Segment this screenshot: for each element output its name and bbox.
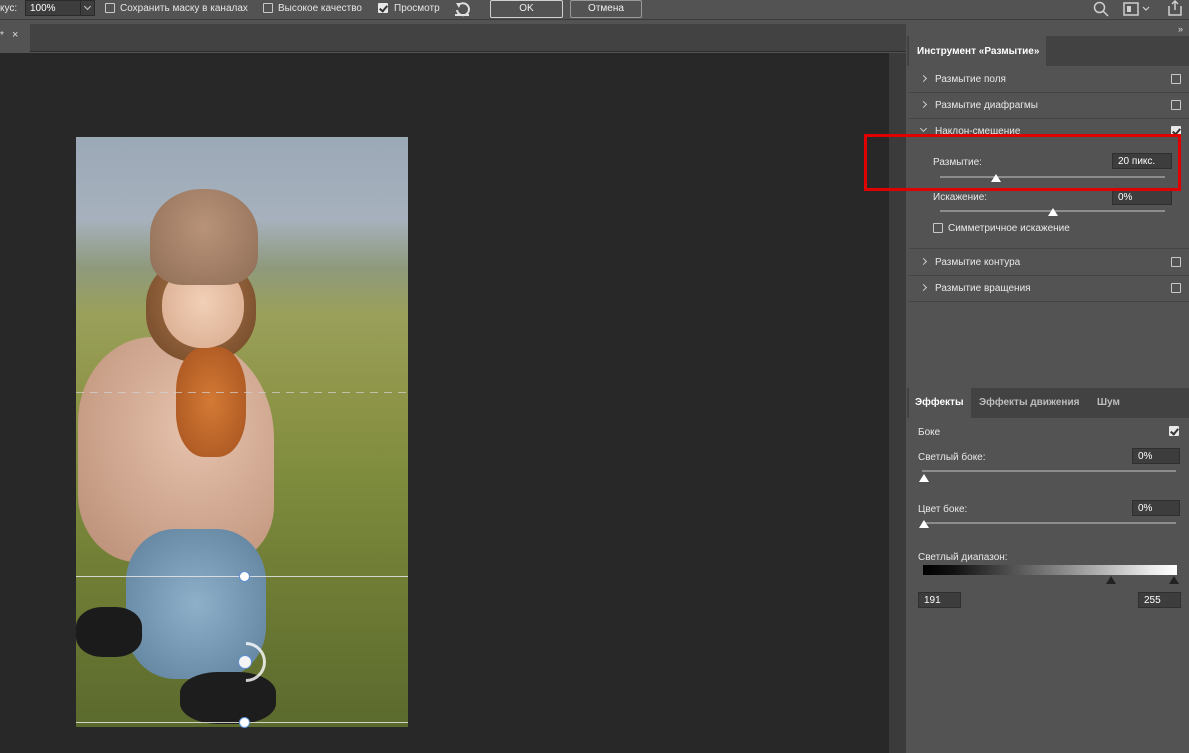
save-mask-label: Сохранить маску в каналах [120, 3, 248, 14]
symmetric-distortion-checkbox[interactable] [933, 223, 943, 233]
chevron-right-icon[interactable] [919, 283, 928, 292]
panel-tabbar: Инструмент «Размытие» [907, 36, 1189, 66]
document-tabs: * × [0, 24, 906, 52]
tab-effects[interactable]: Эффекты [909, 388, 971, 418]
close-icon[interactable]: × [12, 29, 18, 41]
pin-center-handle[interactable] [238, 655, 252, 669]
preview-checkbox[interactable] [378, 3, 388, 13]
focus-label: кус: [0, 3, 18, 14]
tab-motion-effects[interactable]: Эффекты движения [973, 388, 1085, 418]
photo-hat [150, 189, 258, 285]
modified-mark: * [0, 30, 4, 41]
distortion-label: Искажение: [933, 192, 988, 203]
blur-item-label: Размытие диафрагмы [935, 100, 1038, 111]
photo-sleeve [176, 347, 246, 457]
light-range-label: Светлый диапазон: [918, 552, 1008, 563]
chevron-down-icon[interactable] [80, 1, 94, 15]
options-bar: кус: 100% Сохранить маску в каналах Высо… [0, 0, 1189, 20]
bokeh-color-thumb[interactable] [919, 520, 929, 528]
bokeh-checkbox[interactable] [1169, 426, 1179, 436]
tab-blur-tools[interactable]: Инструмент «Размытие» [909, 36, 1046, 66]
share-icon[interactable] [1167, 0, 1183, 16]
light-range-gradient[interactable] [923, 565, 1177, 575]
bokeh-color-input[interactable]: 0% [1132, 500, 1180, 516]
light-range-min-input[interactable]: 191 [918, 592, 961, 608]
blur-item-field[interactable]: Размытие поля [909, 67, 1189, 93]
focus-value: 100% [30, 3, 56, 14]
light-range-max-input[interactable]: 255 [1138, 592, 1181, 608]
path-blur-checkbox[interactable] [1171, 257, 1181, 267]
distortion-input[interactable]: 0% [1112, 189, 1172, 205]
highlight-box [864, 134, 1181, 191]
guide-handle[interactable] [239, 571, 250, 582]
bokeh-color-label: Цвет боке: [918, 504, 968, 515]
effects-tabbar: Эффекты Эффекты движения Шум [907, 388, 1189, 418]
blur-item-label: Размытие поля [935, 74, 1006, 85]
light-bokeh-label: Светлый боке: [918, 452, 986, 463]
fade-guide-top[interactable] [76, 392, 408, 393]
light-bokeh-input[interactable]: 0% [1132, 448, 1180, 464]
blur-item-label: Размытие контура [935, 257, 1021, 268]
iris-blur-checkbox[interactable] [1171, 100, 1181, 110]
preview-label: Просмотр [394, 3, 440, 14]
light-range-max-thumb[interactable] [1169, 576, 1179, 584]
symmetric-distortion-label: Симметричное искажение [948, 223, 1070, 234]
light-range-min-thumb[interactable] [1106, 576, 1116, 584]
bokeh-color-slider[interactable] [922, 522, 1176, 524]
photo-boot [180, 672, 276, 724]
save-mask-checkbox[interactable] [105, 3, 115, 13]
blur-item-label: Размытие вращения [935, 283, 1031, 294]
ok-button[interactable]: OK [490, 0, 563, 18]
undo-icon[interactable] [453, 1, 471, 17]
window-icon[interactable] [1123, 2, 1153, 16]
bokeh-label: Боке [918, 427, 941, 438]
focus-select[interactable]: 100% [25, 0, 95, 16]
blur-item-iris[interactable]: Размытие диафрагмы [909, 93, 1189, 119]
blur-item-path[interactable]: Размытие контура [909, 250, 1189, 276]
high-quality-label: Высокое качество [278, 3, 362, 14]
search-icon[interactable] [1093, 1, 1109, 17]
chevron-right-icon[interactable] [919, 257, 928, 266]
guide-handle[interactable] [239, 717, 250, 728]
collapse-panel-icon[interactable]: » [1178, 24, 1183, 34]
light-bokeh-slider[interactable] [922, 470, 1176, 472]
chevron-down-icon[interactable] [919, 124, 928, 133]
cancel-button[interactable]: Отмена [570, 0, 642, 18]
document-tab[interactable]: * × [0, 24, 30, 52]
spin-blur-checkbox[interactable] [1171, 283, 1181, 293]
distortion-thumb[interactable] [1047, 208, 1058, 216]
chevron-right-icon[interactable] [919, 74, 928, 83]
tab-noise[interactable]: Шум [1091, 388, 1126, 418]
photo-boot [76, 607, 142, 657]
light-bokeh-thumb[interactable] [919, 474, 929, 482]
blur-item-spin[interactable]: Размытие вращения [909, 276, 1189, 302]
field-blur-checkbox[interactable] [1171, 74, 1181, 84]
photo-preview[interactable] [76, 137, 408, 727]
high-quality-checkbox[interactable] [263, 3, 273, 13]
chevron-right-icon[interactable] [919, 100, 928, 109]
